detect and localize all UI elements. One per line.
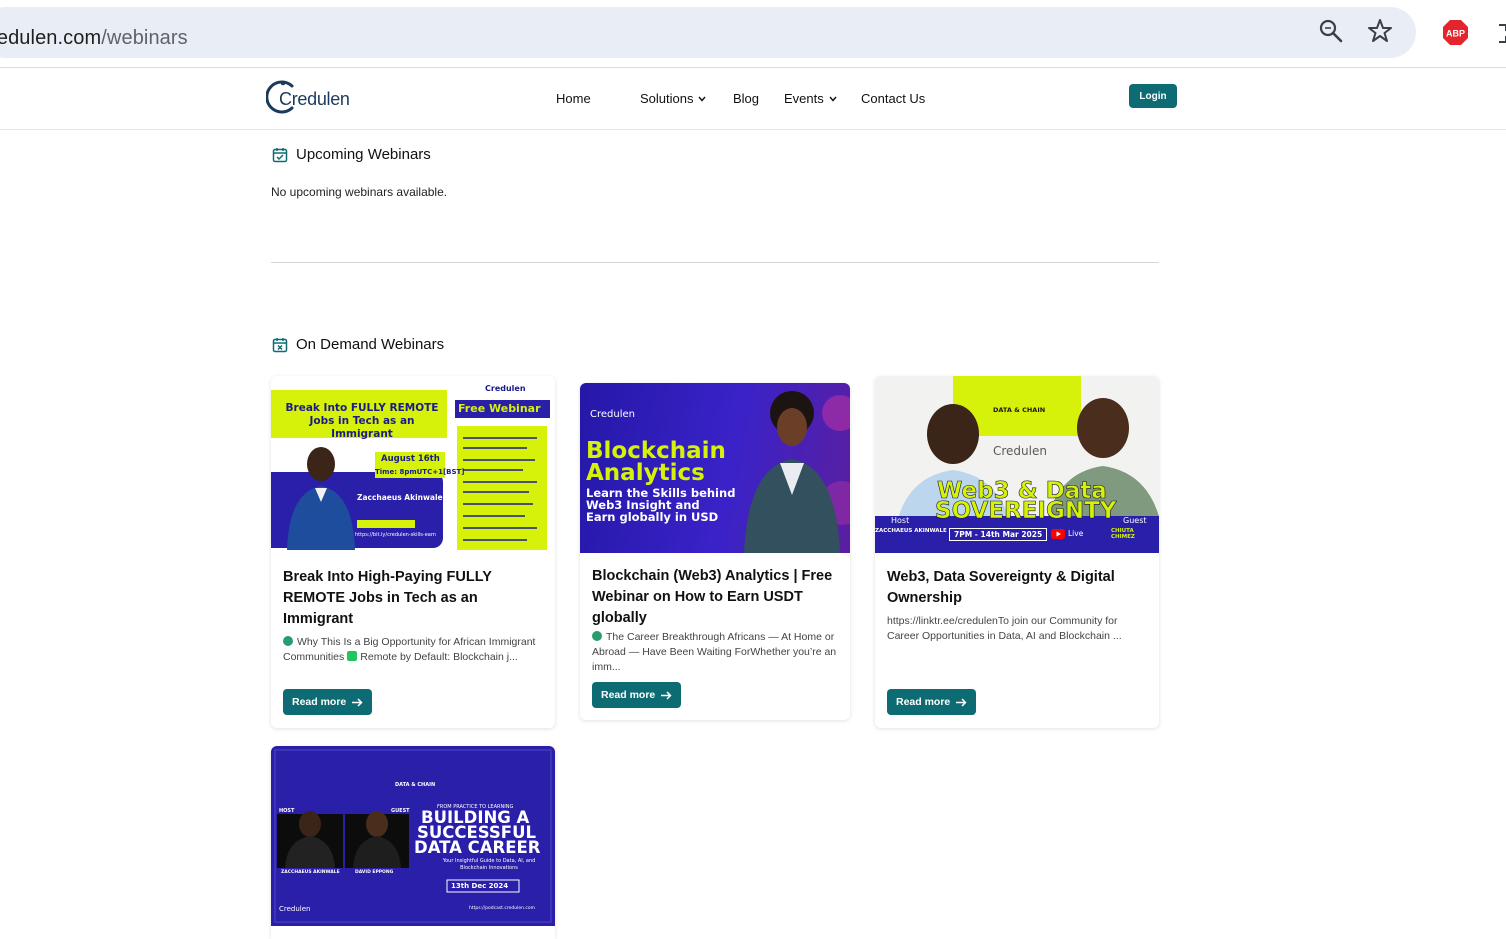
banner-tag: Free Webinar (458, 402, 541, 415)
upcoming-section-title: Upcoming Webinars (272, 146, 431, 163)
banner-podcast-name: DATA & CHAIN (395, 782, 436, 788)
banner-guest-name: CHIUTA CHIMEZ (1111, 528, 1135, 540)
logo-text[interactable]: Credulen (279, 89, 350, 110)
webinar-card[interactable]: Break Into FULLY REMOTE Jobs in Tech as … (271, 376, 555, 728)
presenter-photo (744, 391, 850, 553)
card-title[interactable]: Web3, Data Sovereignty & Digital Ownersh… (887, 567, 1149, 609)
calendar-x-icon (272, 337, 288, 352)
banner-brand: Credulen (993, 444, 1047, 458)
card-excerpt-b: Remote by Default: Blockchain j... (360, 651, 518, 663)
nav-solutions-label: Solutions (640, 91, 694, 106)
webinar-card[interactable]: Credulen Blockchain Analytics Learn the … (580, 383, 850, 720)
banner-guest-label: Guest (1123, 516, 1147, 525)
zoom-icon[interactable] (1318, 18, 1344, 44)
nav-contact-label: Contact Us (861, 91, 926, 106)
bookmark-star-icon[interactable] (1367, 18, 1393, 44)
banner-date: August 16th (381, 454, 440, 464)
card-excerpt: Why This Is a Big Opportunity for Africa… (283, 635, 545, 665)
banner-guest-label: GUEST (391, 808, 410, 814)
read-more-button[interactable]: Read more (592, 682, 682, 708)
address-bar[interactable]: credulen.com/webinars (0, 7, 1416, 58)
webinar-card[interactable]: DATA & CHAIN Credulen Web3 & Data SOVERE… (875, 376, 1159, 728)
check-icon (347, 651, 358, 661)
banner-brand: Credulen (485, 384, 526, 393)
banner-guest-name: DAVID EPPONG (355, 870, 394, 875)
banner-headline-2: Analytics (586, 460, 705, 486)
speaker-photo (287, 447, 355, 550)
banner-headline-3: DATA CAREER (414, 838, 541, 857)
chevron-down-icon (698, 96, 707, 102)
webinar-banner-image[interactable]: DATA & CHAIN HOST GUEST ZACCHAEUS AKINWA… (271, 746, 555, 926)
nav-home[interactable]: Home (556, 91, 591, 106)
extensions-icon[interactable] (1496, 22, 1506, 44)
adblock-plus-icon[interactable]: ABP (1442, 19, 1469, 46)
webinar-banner-image[interactable]: Break Into FULLY REMOTE Jobs in Tech as … (271, 376, 555, 553)
webinar-banner-image[interactable]: Credulen Blockchain Analytics Learn the … (580, 383, 850, 553)
arrow-right-icon (956, 697, 967, 707)
url-domain: credulen.com (0, 27, 102, 49)
nav-home-label: Home (556, 91, 591, 106)
nav-events[interactable]: Events (784, 91, 837, 106)
webinar-card[interactable]: DATA & CHAIN HOST GUEST ZACCHAEUS AKINWA… (271, 746, 555, 939)
banner-headline: Break Into FULLY REMOTE Jobs in Tech as … (285, 402, 439, 440)
login-button[interactable]: Login (1129, 84, 1177, 108)
upcoming-title-text: Upcoming Webinars (296, 146, 431, 163)
banner-bullets-graphic (463, 437, 537, 541)
nav-blog[interactable]: Blog (733, 91, 759, 106)
browser-toolbar: credulen.com/webinars ABP (0, 0, 1506, 68)
chevron-down-icon (829, 96, 837, 102)
card-title[interactable]: Break Into High-Paying FULLY REMOTE Jobs… (283, 567, 533, 630)
read-more-label: Read more (896, 696, 951, 708)
youtube-icon (1051, 529, 1065, 539)
globe-icon (283, 636, 293, 646)
webinar-banner-image[interactable]: DATA & CHAIN Credulen Web3 & Data SOVERE… (875, 376, 1159, 553)
banner-live: Live (1068, 529, 1084, 538)
banner-bullets-panel (457, 426, 547, 550)
empty-state-text: No upcoming webinars available. (271, 185, 448, 199)
banner-time: Time: 8pmUTC+1[BST] (375, 468, 465, 476)
read-more-label: Read more (601, 689, 656, 701)
banner-sub-3: Earn globally in USD (586, 510, 719, 524)
banner-date: 13th Dec 2024 (451, 882, 509, 890)
banner-headline-2: SOVEREIGNTY (935, 498, 1117, 524)
on-demand-title-text: On Demand Webinars (296, 336, 445, 353)
read-more-label: Read more (292, 696, 347, 708)
card-title[interactable]: Blockchain (Web3) Analytics | Free Webin… (592, 566, 842, 629)
nav-solutions[interactable]: Solutions (640, 91, 707, 106)
nav-contact[interactable]: Contact Us (861, 91, 925, 106)
nav-blog-label: Blog (733, 91, 760, 106)
banner-brand: Credulen (590, 409, 635, 420)
card-excerpt: https://linktr.ee/credulenTo join our Co… (887, 615, 1122, 642)
section-divider (271, 262, 1159, 263)
calendar-check-icon (272, 147, 288, 162)
url-path: /webinars (101, 27, 188, 49)
banner-subtitle: Your Insightful Guide to Data, AI, and B… (442, 858, 536, 871)
card-excerpt-text: The Career Breakthrough Africans — At Ho… (592, 631, 837, 673)
banner-url: https://podcast.credulen.com (469, 906, 535, 911)
banner-register-bar (357, 520, 415, 528)
svg-text:ABP: ABP (1446, 29, 1465, 39)
banner-brand: Credulen (279, 905, 311, 913)
banner-host-name: ZACCHAEUS AKINWALE (281, 870, 340, 875)
on-demand-section-title: On Demand Webinars (272, 336, 444, 353)
banner-host-label: Host (891, 516, 910, 525)
banner-host-label: HOST (279, 808, 295, 814)
read-more-button[interactable]: Read more (887, 689, 977, 715)
card-excerpt: The Career Breakthrough Africans — At Ho… (592, 630, 840, 675)
arrow-right-icon (352, 697, 363, 707)
banner-datetime: 7PM - 14th Mar 2025 (949, 528, 1048, 541)
banner-speaker-name: Zacchaeus Akinwale (357, 493, 443, 502)
banner-host-name: ZACCHAEUS AKINWALE (875, 528, 947, 534)
read-more-button[interactable]: Read more (283, 689, 373, 715)
arrow-right-icon (661, 690, 672, 700)
url-text[interactable]: credulen.com/webinars (0, 27, 188, 50)
globe-icon (592, 631, 602, 641)
nav-events-label: Events (784, 91, 824, 106)
banner-register-link: https://bit.ly/credulen-skills-earn (355, 532, 436, 538)
